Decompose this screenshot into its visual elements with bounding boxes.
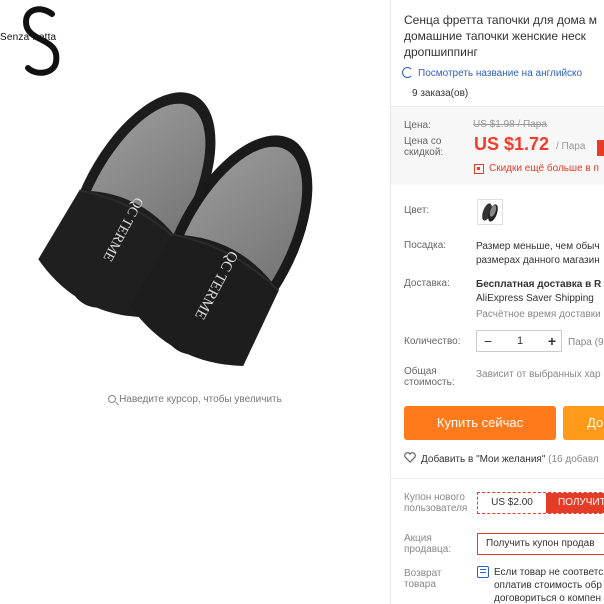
price-label: Цена: (404, 120, 431, 131)
wishlist-link[interactable]: Добавить в "Мои желания" (16 добавл (404, 452, 599, 465)
product-details: Сенца фретта тапочки для дома м домашние… (391, 0, 604, 604)
quantity-stepper: − 1 + (476, 330, 562, 352)
quantity-label: Количество: (404, 336, 461, 347)
color-thumbnail-image (482, 203, 498, 222)
translate-icon (402, 67, 413, 78)
wishlist-count: (16 добавл (548, 454, 599, 465)
fit-text-line2: размерах данного магазин (476, 255, 600, 266)
brand-logo-text: Senza fretta (0, 32, 57, 43)
delivery-estimate: Расчётное время доставки (476, 309, 601, 320)
translate-link[interactable]: Посмотреть название на английско (402, 67, 582, 79)
quantity-unit: Пара (9 (568, 337, 604, 348)
fit-label: Посадка: (404, 240, 447, 251)
shipping-label: Доставка: (404, 278, 450, 289)
fit-text-line1: Размер меньше, чем обыч (476, 241, 600, 252)
seller-promo-label: Акция продавца: (404, 533, 452, 555)
product-image[interactable]: QC TERME QC TERME (20, 70, 370, 370)
old-price: US $1.98 / Пара (473, 119, 547, 130)
product-title: Сенца фретта тапочки для дома м домашние… (404, 13, 598, 59)
quantity-decrease-button[interactable]: − (477, 331, 499, 351)
seller-coupon-button[interactable]: Получить купон продав (477, 533, 604, 555)
discount-price-label: Цена со скидкой: (404, 136, 444, 158)
current-price: US $1.72 (474, 134, 550, 154)
total-value: Зависит от выбранных хар (476, 369, 601, 380)
divider (391, 478, 604, 479)
zoom-hint: Наведите курсор, чтобы увеличить (0, 394, 390, 405)
quantity-increase-button[interactable]: + (541, 331, 563, 351)
shipping-free-text[interactable]: Бесплатная доставка в R (476, 278, 601, 291)
returns-text: Если товар не соответс оплатив стоимость… (494, 567, 604, 604)
new-user-coupon-label: Купон нового пользователя (404, 492, 468, 514)
product-gallery: Senza fretta QC TERME QC TERME Наведите … (0, 0, 390, 604)
buy-now-button[interactable]: Купить сейчас (404, 406, 556, 440)
zoom-hint-text: Наведите курсор, чтобы увеличить (119, 394, 282, 405)
new-user-coupon: US $2.00 ПОЛУЧИТ (477, 492, 604, 514)
heart-icon (404, 452, 416, 463)
color-label: Цвет: (404, 205, 430, 216)
magnifier-icon (108, 395, 117, 403)
price-unit: / Пара (556, 141, 586, 152)
translate-link-text: Посмотреть название на английско (418, 68, 583, 79)
return-policy-icon (477, 566, 489, 578)
qr-code-icon[interactable] (474, 164, 484, 174)
quantity-input[interactable]: 1 (499, 331, 541, 351)
orders-count: 9 заказа(ов) (412, 88, 469, 99)
wishlist-label: Добавить в "Мои желания" (421, 454, 546, 465)
get-coupon-button[interactable]: ПОЛУЧИТ (546, 493, 604, 513)
shipping-method[interactable]: AliExpress Saver Shipping (476, 292, 594, 305)
add-to-cart-button[interactable]: До (563, 406, 604, 440)
discount-badge (597, 140, 604, 156)
total-label: Общая стоимость: (404, 366, 455, 388)
app-promo-link[interactable]: Скидки ещё больше в п (489, 163, 599, 174)
returns-label: Возврат товара (404, 568, 442, 590)
coupon-amount: US $2.00 (491, 497, 533, 508)
color-option-black[interactable] (477, 199, 503, 225)
